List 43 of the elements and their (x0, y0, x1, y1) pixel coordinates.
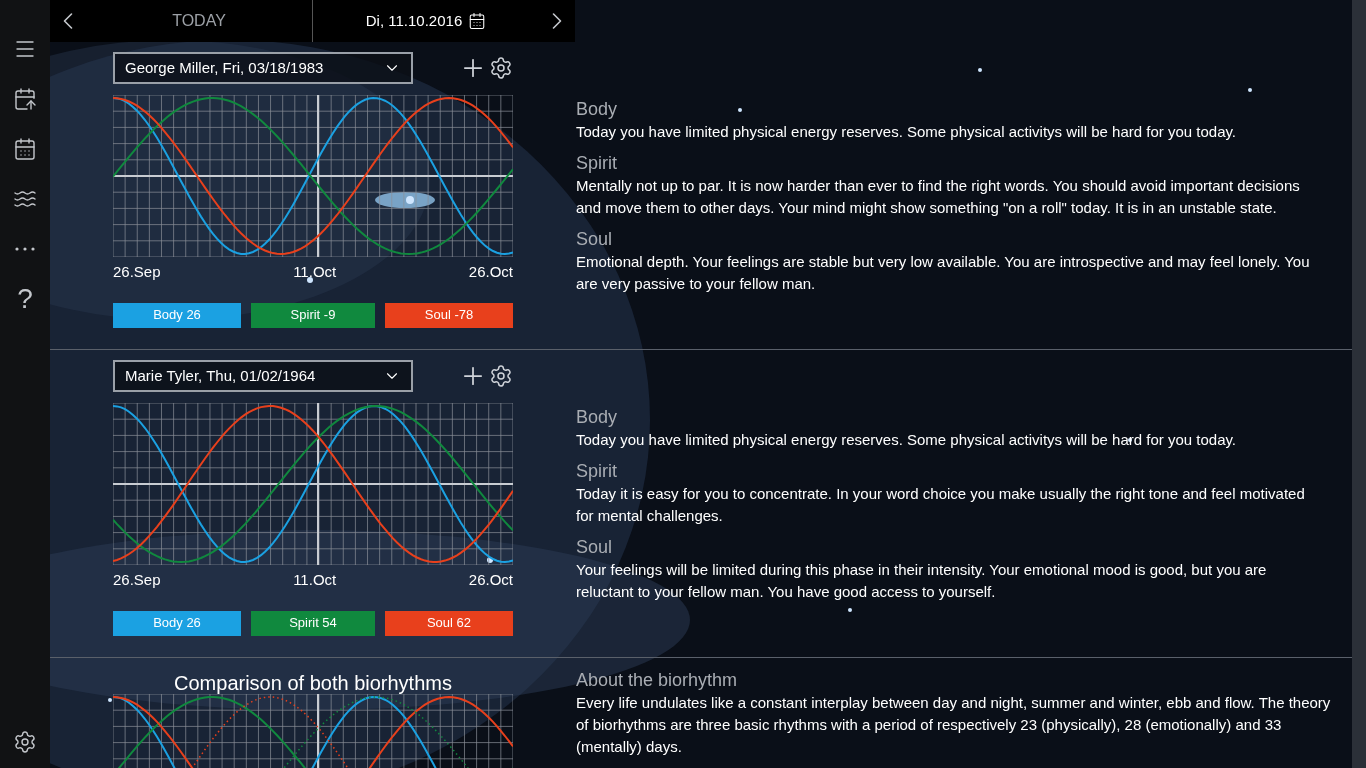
scrollbar[interactable] (1352, 0, 1366, 768)
person-dropdown[interactable]: George Miller, Fri, 03/18/1983 (113, 52, 413, 84)
today-button[interactable]: TODAY (86, 0, 313, 42)
legend-button[interactable]: Soul 62 (385, 610, 513, 636)
date-axis-label: 26.Sep (113, 262, 161, 282)
date-axis-label: 26.Sep (113, 570, 161, 590)
settings-icon (13, 730, 37, 754)
date-picker[interactable]: Di, 11.10.2016 (313, 9, 539, 33)
reading-text: Your feelings will be limited during this phase in their intensity. Your emotional mood is good, but you are reluctant to your fellow man. You have good access to yourself. (576, 559, 1268, 602)
about-text: Every life undulates like a constant interplay between day and night, summer and winter, ebb and flow. The theory of biorhythms are three basic rhythms with a period of respectively 23 (physically), 28 (emotionally) and 33 (mentally) days. (576, 693, 1332, 757)
reading-text: Mentally not up to par. It is now harder than ever to find the right words. You should avoid important decisions and move them to other days. Your mind might show something "on a roll" today. It is in an unstable state. (576, 175, 1301, 218)
reading-heading: Spirit (576, 459, 618, 483)
legend-button[interactable]: Soul -78 (385, 302, 513, 328)
reading-heading: Body (576, 97, 619, 121)
calendar-icon (13, 137, 37, 161)
help-button[interactable]: ? (17, 274, 33, 324)
legend-button[interactable]: Body 26 (113, 302, 241, 328)
comparison-title: Comparison of both biorhythms (174, 671, 452, 696)
legend-button[interactable]: Spirit 54 (251, 610, 375, 636)
calendar-icon (468, 12, 487, 30)
settings-button[interactable] (489, 364, 513, 388)
reading-text: Today you have limited physical energy reserves. Some physical activitys will be hard for you today. (576, 429, 1238, 450)
settings-icon (489, 56, 513, 80)
reading-text: Today it is easy for you to concentrate. In your word choice you make usually the right tone and feel motivated for mental challenges. (576, 483, 1306, 526)
more-icon (15, 247, 35, 251)
date-axis-label: 26.Oct (468, 570, 513, 590)
reading-heading: Soul (576, 535, 614, 559)
settings-button[interactable] (13, 730, 37, 754)
date-axis-label: 11.Oct (293, 570, 337, 590)
settings-icon (489, 364, 513, 388)
person-dropdown[interactable]: Marie Tyler, Thu, 01/02/1964 (113, 360, 413, 392)
reading-heading: Spirit (576, 151, 618, 175)
legend-button[interactable]: Body 26 (113, 610, 241, 636)
legend-button[interactable]: Spirit -9 (251, 302, 375, 328)
calendar-arrow-icon (13, 87, 37, 111)
date-axis-label: 11.Oct (293, 262, 337, 282)
settings-button[interactable] (489, 56, 513, 80)
reading-text: Emotional depth. Your feelings are stable but very low available. You are introspective and may feel lonely. You are very passive to your fellow man. (576, 251, 1311, 294)
reading-text: Today you have limited physical energy reserves. Some physical activitys will be hard for you today. (576, 121, 1238, 142)
date-axis-label: 26.Oct (468, 262, 513, 282)
about-heading: About the biorhythm (576, 669, 739, 692)
reading-heading: Body (576, 405, 619, 429)
reading-heading: Soul (576, 227, 614, 251)
